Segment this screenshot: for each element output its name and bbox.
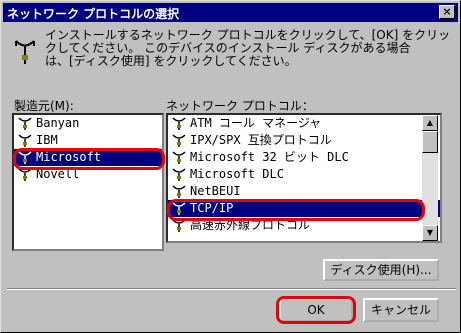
scroll-thumb[interactable] — [422, 131, 438, 153]
protocol-list-item[interactable]: NetBEUI — [168, 183, 440, 200]
network-protocol-icon — [172, 117, 186, 130]
have-disk-button[interactable]: ディスク使用(H)... — [323, 259, 439, 281]
instructions-line-3: は、[ディスク使用] をクリックしてください。 — [45, 54, 297, 68]
manufacturer-list-item[interactable]: IBM — [14, 132, 162, 149]
protocols-items: ATM コール マネージャ IPX/SPX 互換プロトコル Microsoft 32… — [168, 115, 440, 234]
protocol-list-item[interactable]: IPX/SPX 互換プロトコル — [168, 132, 440, 149]
manufacturers-label: 製造元(M): — [14, 99, 74, 113]
protocol-list-item[interactable]: Microsoft 32 ビット DLC — [168, 149, 440, 166]
manufacturer-list-item-label: Microsoft — [36, 150, 102, 164]
protocol-list-item-label: NetBEUI — [190, 184, 241, 198]
title-bar[interactable]: ネットワーク プロトコルの選択 × — [3, 3, 458, 22]
select-network-protocol-dialog: ネットワーク プロトコルの選択 × インストールするネットワーク プロトコルをク… — [0, 0, 461, 333]
protocol-list-item-label: IPX/SPX 互換プロトコル — [190, 133, 332, 147]
network-protocol-icon — [172, 134, 186, 147]
protocol-list-item-label: TCP/IP — [190, 201, 234, 215]
network-protocol-icon — [172, 202, 186, 215]
network-protocol-icon — [172, 168, 186, 181]
manufacturers-list[interactable]: Banyan IBM Microsoft Novell — [12, 113, 164, 251]
dialog-title: ネットワーク プロトコルの選択 — [7, 7, 180, 21]
protocols-scrollbar[interactable]: ▲ ▼ — [422, 115, 438, 241]
protocol-list-item[interactable]: Microsoft DLC — [168, 166, 440, 183]
manufacturers-items: Banyan IBM Microsoft Novell — [14, 115, 162, 183]
protocol-list-item-label: Microsoft DLC — [190, 167, 284, 181]
protocols-list[interactable]: ATM コール マネージャ IPX/SPX 互換プロトコル Microsoft 32… — [166, 113, 442, 243]
network-protocol-icon — [18, 168, 32, 181]
protocol-list-item[interactable]: ATM コール マネージャ — [168, 115, 440, 132]
protocol-list-item[interactable]: 高速赤外線プロトコル — [168, 217, 440, 234]
protocol-list-item-label: 高速赤外線プロトコル — [190, 218, 311, 232]
manufacturer-list-item-label: IBM — [36, 133, 58, 147]
cancel-button[interactable]: キャンセル — [363, 298, 439, 322]
scroll-down-button[interactable]: ▼ — [422, 225, 438, 241]
manufacturer-list-item[interactable]: Novell — [14, 166, 162, 183]
network-protocol-icon — [172, 219, 186, 232]
protocol-list-item-label: ATM コール マネージャ — [190, 116, 322, 130]
close-button[interactable]: × — [439, 5, 455, 19]
network-protocol-icon — [18, 117, 32, 130]
protocol-list-item-label: Microsoft 32 ビット DLC — [190, 150, 349, 164]
manufacturer-list-item-label: Novell — [36, 167, 80, 181]
protocol-list-item[interactable]: TCP/IP — [168, 200, 440, 217]
network-protocol-icon — [15, 40, 35, 64]
network-protocol-icon — [18, 151, 32, 164]
dialog-separator — [7, 288, 456, 290]
manufacturer-list-item[interactable]: Banyan — [14, 115, 162, 132]
network-protocol-icon — [172, 151, 186, 164]
instructions-text: インストールするネットワーク プロトコルをクリックして、[OK] をクリッ クし… — [45, 29, 455, 68]
manufacturer-list-item-label: Banyan — [36, 116, 80, 130]
ok-button[interactable]: OK — [279, 298, 353, 322]
manufacturer-list-item[interactable]: Microsoft — [14, 149, 162, 166]
network-protocol-icon — [172, 185, 186, 198]
network-protocol-icon — [18, 134, 32, 147]
scroll-up-button[interactable]: ▲ — [422, 115, 438, 131]
protocols-label: ネットワーク プロトコル： — [166, 99, 314, 113]
